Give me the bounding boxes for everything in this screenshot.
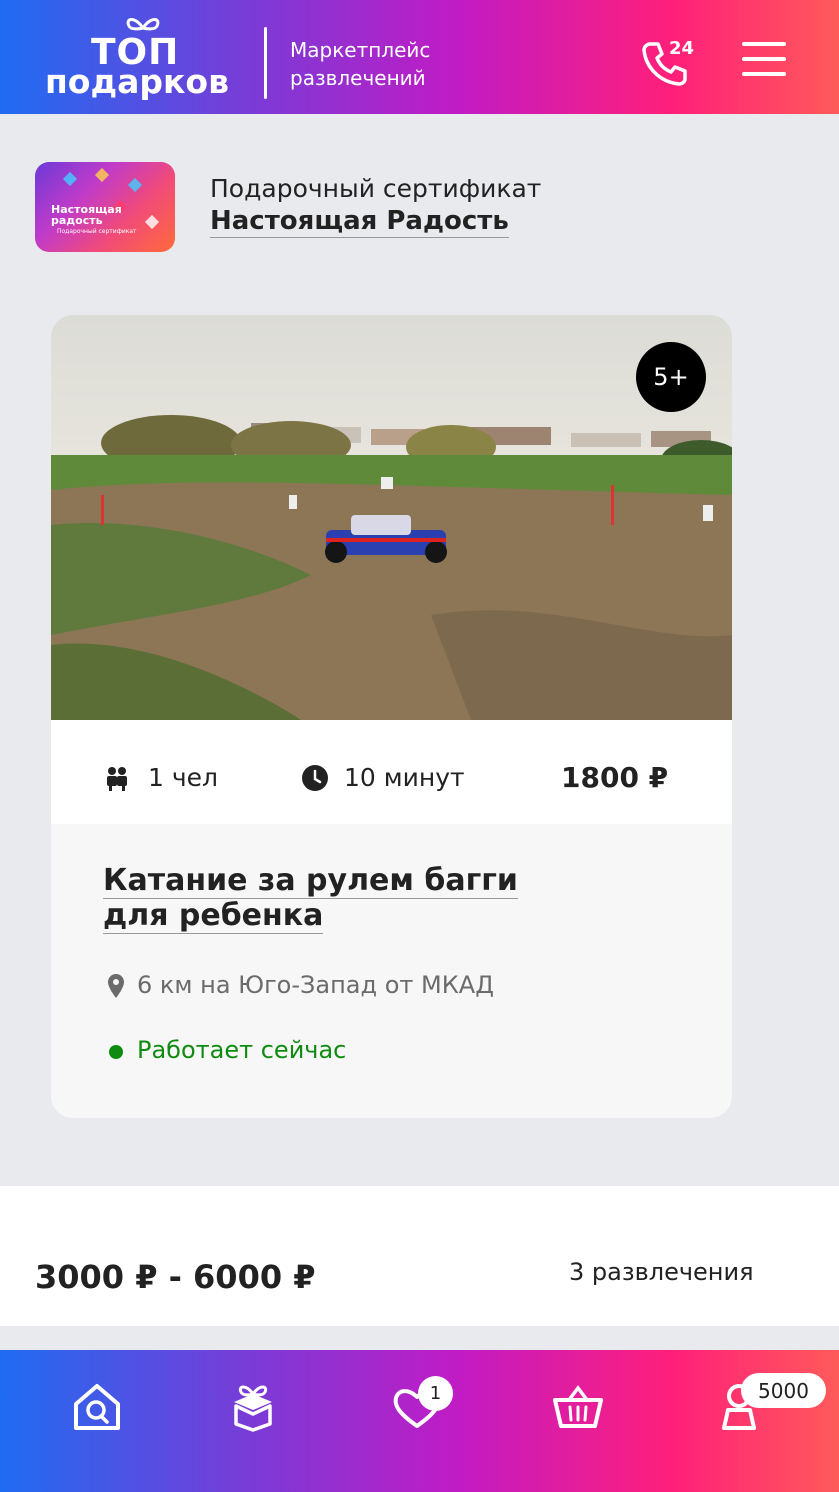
clock-icon (302, 765, 328, 791)
open-status: Работает сейчас (137, 1036, 347, 1064)
tagline-line2: развлечений (290, 66, 426, 90)
balance-badge: 5000 (741, 1373, 826, 1408)
activity-title-link[interactable]: Катание за рулем багги для ребенка (103, 863, 518, 934)
logo-divider (264, 27, 267, 99)
location-text: 6 км на Юго-Запад от МКАД (137, 971, 494, 999)
decor-cube (127, 177, 143, 193)
duration: 10 минут (344, 763, 465, 792)
favorites-badge: 1 (418, 1376, 453, 1411)
basket-icon[interactable] (551, 1380, 605, 1434)
age-badge: 5+ (636, 342, 706, 412)
decor-cube (94, 167, 110, 183)
logo-line2: подарков (45, 62, 229, 101)
activity-title-line1: Катание за рулем багги (103, 863, 518, 899)
certificate-thumbnail-title: Настоящая радость (51, 203, 122, 227)
activity-card[interactable]: 5+ 1 чел 10 минут 1800 ₽ Катание за руле… (51, 315, 732, 1118)
people-count: 1 чел (148, 763, 218, 792)
certificate-thumbnail[interactable]: Настоящая радость Подарочный сертификат (35, 162, 175, 252)
activity-title-line2: для ребенка (103, 898, 324, 934)
activities-count: 3 развлечения (569, 1258, 754, 1286)
gift-icon[interactable] (226, 1380, 280, 1434)
menu-line (742, 57, 786, 61)
price-range: 3000 ₽ - 6000 ₽ (35, 1258, 316, 1296)
top-header: ТОП подарков Маркетплейс развлечений 24 (0, 0, 839, 114)
decor-cube (62, 171, 78, 187)
home-search-icon[interactable] (70, 1380, 124, 1434)
certificate-type: Подарочный сертификат (210, 174, 542, 203)
certificate-name-link[interactable]: Настоящая Радость (210, 206, 509, 238)
bottom-nav (0, 1350, 839, 1492)
menu-line (742, 42, 786, 46)
info-bar: 1 чел 10 минут 1800 ₽ (51, 720, 732, 824)
phone-badge: 24 (669, 38, 695, 59)
status-dot (109, 1045, 123, 1059)
price-range-bar: 3000 ₽ - 6000 ₽ 3 развлечения (0, 1186, 839, 1326)
tagline-line1: Маркетплейс (290, 38, 431, 62)
price: 1800 ₽ (561, 761, 669, 794)
people-icon (107, 767, 127, 791)
tagline: Маркетплейс развлечений (290, 36, 430, 92)
menu-line (742, 72, 786, 76)
activity-photo (51, 315, 732, 720)
certificate-thumbnail-subtitle: Подарочный сертификат (57, 228, 137, 235)
menu-button[interactable] (742, 42, 786, 80)
site-logo[interactable]: ТОП подарков (45, 14, 245, 104)
location-pin-icon (108, 974, 124, 998)
